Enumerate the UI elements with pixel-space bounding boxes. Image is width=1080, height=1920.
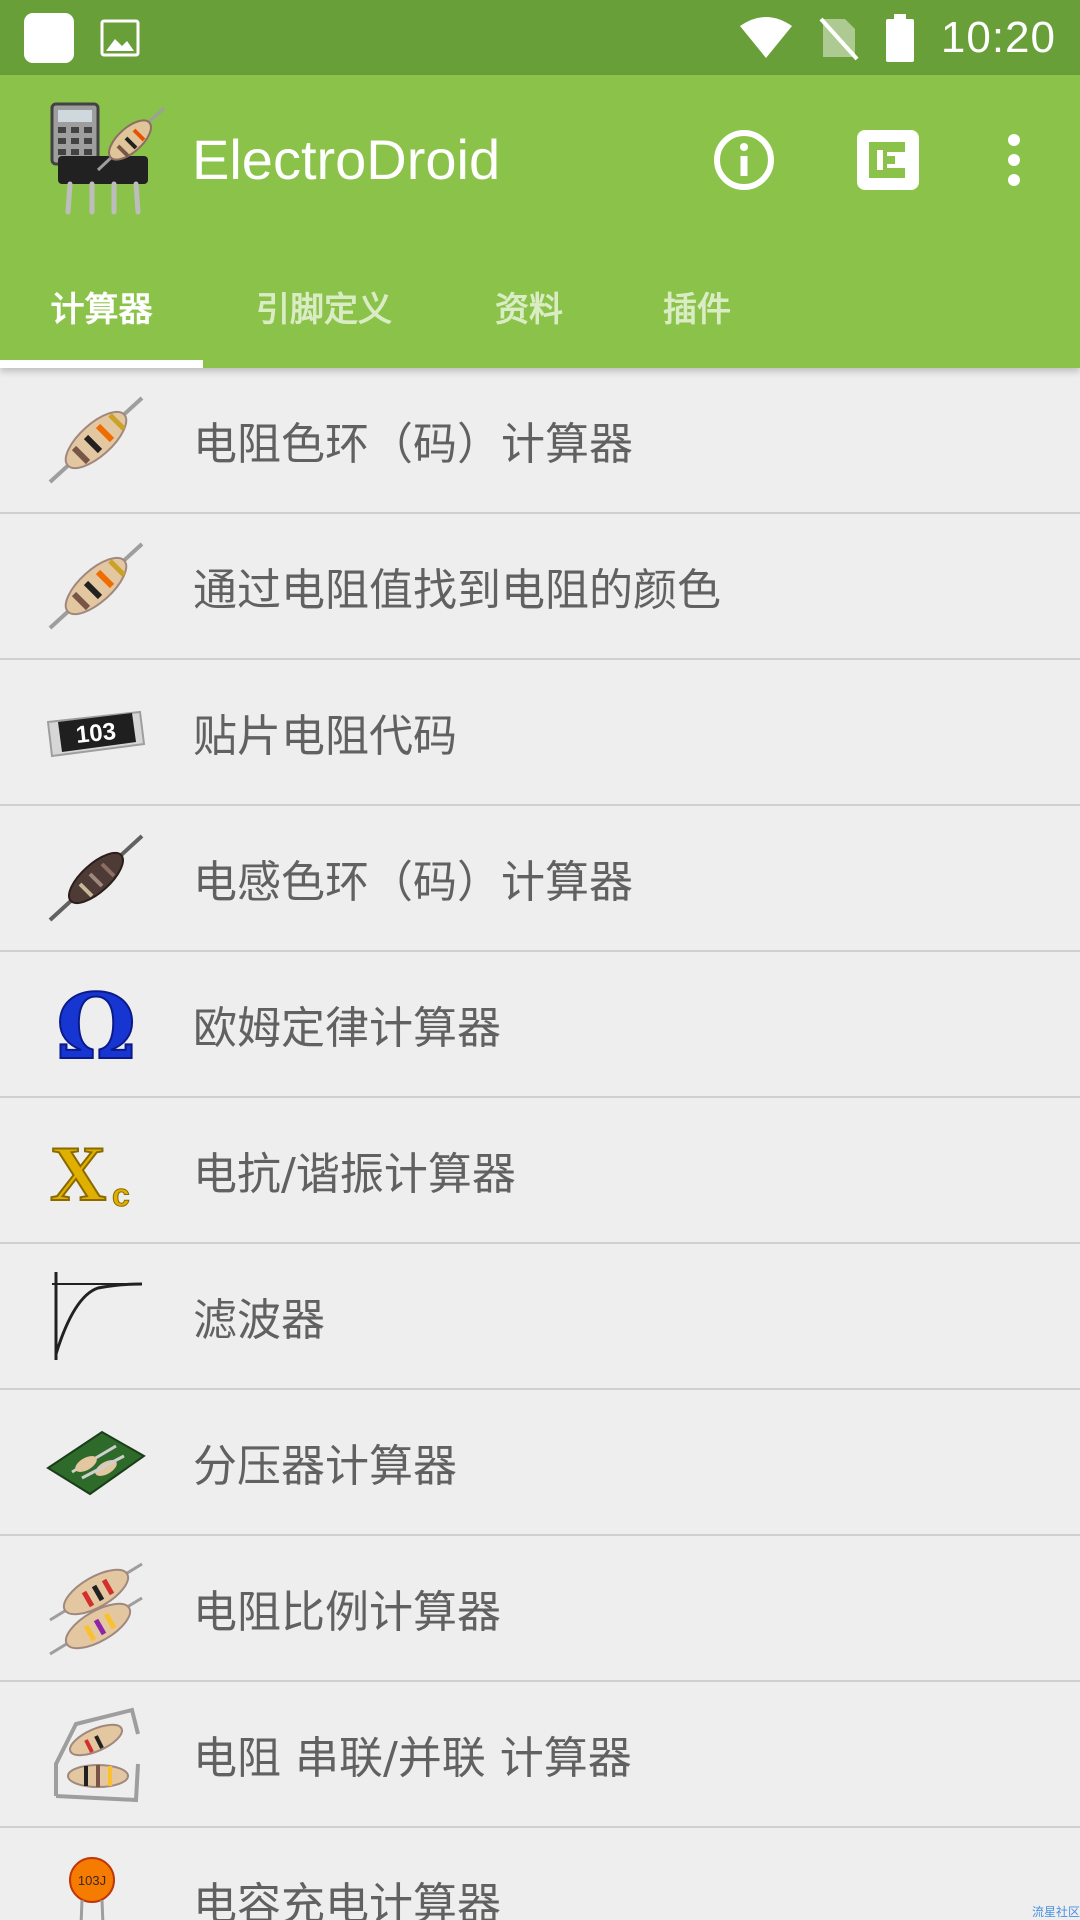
list-item-label: 分压器计算器: [193, 1441, 457, 1492]
series-parallel-icon: [54, 1707, 140, 1803]
reactance-x: X: [50, 1130, 106, 1217]
reactance-sub: c: [112, 1177, 130, 1213]
list-item-label: 贴片电阻代码: [193, 711, 457, 762]
tab-plugins[interactable]: 插件: [613, 245, 781, 368]
tab-calculators[interactable]: 计算器: [0, 245, 203, 368]
status-bar: 10:20: [0, 0, 1080, 75]
plugin-button[interactable]: [848, 120, 928, 200]
ohm-icon: Ω: [55, 974, 137, 1074]
watermark: 流星社区: [1031, 1905, 1080, 1919]
list-item-label: 电阻比例计算器: [193, 1587, 501, 1638]
ohm-symbol: Ω: [56, 974, 136, 1074]
clock: 10:20: [940, 12, 1056, 62]
smd-resistor-icon: 103: [46, 710, 146, 758]
list-item[interactable]: 电阻 串联/并联 计算器: [0, 1682, 1080, 1828]
info-button[interactable]: [704, 120, 784, 200]
list-item[interactable]: 电阻比例计算器: [0, 1536, 1080, 1682]
image-icon: [100, 19, 140, 56]
list-item-label: 电感色环（码）计算器: [193, 857, 633, 908]
tab-bar: 计算器 引脚定义 资料 插件: [0, 245, 1080, 368]
list-item[interactable]: X c 电抗/谐振计算器: [0, 1098, 1080, 1244]
wifi-icon: [739, 16, 792, 58]
list-item-label: 通过电阻值找到电阻的颜色: [193, 565, 721, 616]
no-sim-icon: [819, 17, 859, 60]
notification-square-icon: [24, 12, 74, 63]
list-item-label: 电容充电计算器: [193, 1879, 501, 1920]
app-logo-icon: [50, 102, 166, 215]
list-item[interactable]: Ω 欧姆定律计算器: [0, 952, 1080, 1098]
list-item[interactable]: 103J 电容充电计算器: [0, 1828, 1080, 1920]
app-title: ElectroDroid: [192, 128, 501, 191]
list-item-label: 欧姆定律计算器: [193, 1003, 501, 1054]
list-item[interactable]: 分压器计算器: [0, 1390, 1080, 1536]
battery-icon: [885, 13, 914, 62]
calculator-list: 电阻色环（码）计算器 通过电阻值找到电阻的颜色 103 贴片电阻代码 电感色环（…: [0, 368, 1080, 1920]
filter-curve-icon: [52, 1272, 143, 1360]
list-item-label: 电阻色环（码）计算器: [193, 419, 633, 470]
reactance-icon: X c: [49, 1129, 130, 1218]
list-item[interactable]: 电阻色环（码）计算器: [0, 368, 1080, 514]
toolbar: ElectroDroid: [0, 75, 1080, 245]
inductor-icon: [48, 834, 144, 922]
tab-indicator: [0, 360, 203, 368]
info-icon: [714, 130, 774, 190]
resistor-icon: [48, 542, 144, 630]
overflow-menu-icon: [1008, 134, 1020, 186]
plugin-icon: [857, 130, 919, 190]
list-item-label: 电阻 串联/并联 计算器: [193, 1733, 632, 1784]
list-item[interactable]: 滤波器: [0, 1244, 1080, 1390]
capacitor-code-text: 103J: [78, 1873, 106, 1888]
resistor-ratio-icon: [49, 1562, 143, 1656]
list-item-label: 滤波器: [193, 1295, 325, 1346]
voltage-divider-icon: [46, 1430, 146, 1496]
list-item[interactable]: 103 贴片电阻代码: [0, 660, 1080, 806]
list-item[interactable]: 电感色环（码）计算器: [0, 806, 1080, 952]
app-bar: ElectroDroid 计算器 引脚定义 资料 插件: [0, 75, 1080, 368]
smd-code-text: 103: [75, 718, 118, 749]
tab-resources[interactable]: 资料: [445, 245, 613, 368]
screen: 10:20 ElectroDroid 计算器 引脚定义 资料 插件 电阻色环（码…: [0, 0, 1080, 1920]
list-item-label: 电抗/谐振计算器: [193, 1149, 516, 1200]
overflow-menu-button[interactable]: [974, 120, 1054, 200]
resistor-icon: [48, 396, 144, 484]
capacitor-icon: 103J: [69, 1857, 115, 1920]
list-item[interactable]: 通过电阻值找到电阻的颜色: [0, 514, 1080, 660]
tab-pinouts[interactable]: 引脚定义: [203, 245, 445, 368]
